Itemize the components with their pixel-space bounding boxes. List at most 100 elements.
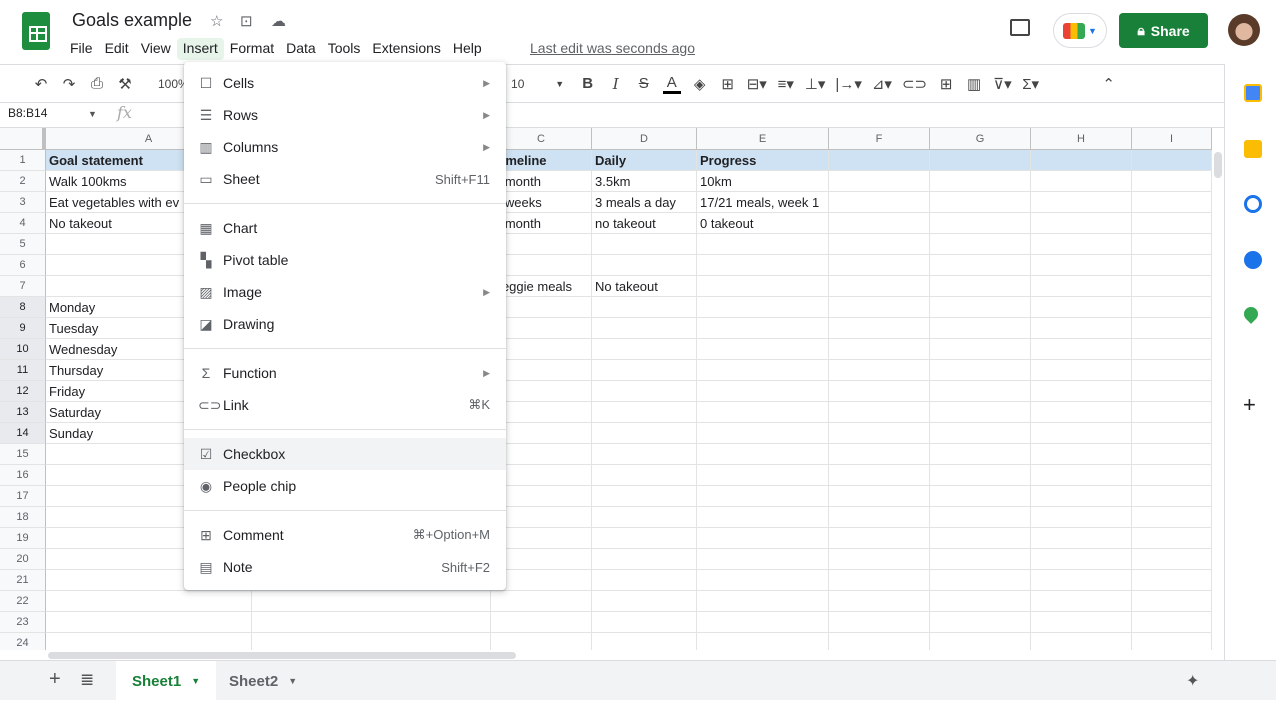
meet-button[interactable]: ▼ xyxy=(1053,13,1107,48)
cell-c6[interactable] xyxy=(491,255,592,276)
cloud-saved-icon[interactable]: ☁ xyxy=(271,12,286,30)
cell-e18[interactable] xyxy=(697,507,829,528)
row-header[interactable]: 5 xyxy=(0,234,46,255)
cell-f16[interactable] xyxy=(829,465,930,486)
cell-f3[interactable] xyxy=(829,192,930,213)
fill-color-icon[interactable]: ◈ xyxy=(691,75,709,93)
cell-e11[interactable] xyxy=(697,360,829,381)
horizontal-align-icon[interactable]: ≡▾ xyxy=(777,75,795,93)
cell-g16[interactable] xyxy=(930,465,1031,486)
cell-f18[interactable] xyxy=(829,507,930,528)
cell-f20[interactable] xyxy=(829,549,930,570)
italic-icon[interactable]: I xyxy=(607,75,625,93)
cell-g14[interactable] xyxy=(930,423,1031,444)
cell-e19[interactable] xyxy=(697,528,829,549)
insert-chart-icon[interactable]: ▥ xyxy=(965,75,983,93)
cell-d16[interactable] xyxy=(592,465,697,486)
cell-c9[interactable] xyxy=(491,318,592,339)
cell-b24[interactable] xyxy=(252,633,491,650)
cell-c5[interactable] xyxy=(491,234,592,255)
cell-e4[interactable]: 0 takeout xyxy=(697,213,829,234)
borders-icon[interactable]: ⊞ xyxy=(719,75,737,93)
menu-view[interactable]: View xyxy=(135,38,177,60)
cell-f23[interactable] xyxy=(829,612,930,633)
column-header-g[interactable]: G xyxy=(930,128,1031,150)
cell-g13[interactable] xyxy=(930,402,1031,423)
cell-g24[interactable] xyxy=(930,633,1031,650)
row-header[interactable]: 23 xyxy=(0,612,46,633)
cell-f6[interactable] xyxy=(829,255,930,276)
cell-c22[interactable] xyxy=(491,591,592,612)
last-edit-link[interactable]: Last edit was seconds ago xyxy=(530,40,695,56)
menu-tools[interactable]: Tools xyxy=(322,38,367,60)
cell-g10[interactable] xyxy=(930,339,1031,360)
bold-icon[interactable]: B xyxy=(579,75,597,92)
all-sheets-icon[interactable]: ≣ xyxy=(80,670,94,690)
cell-d12[interactable] xyxy=(592,381,697,402)
row-header[interactable]: 22 xyxy=(0,591,46,612)
cell-c10[interactable] xyxy=(491,339,592,360)
cell-i2[interactable] xyxy=(1132,171,1212,192)
keep-icon[interactable] xyxy=(1244,140,1262,158)
cell-g12[interactable] xyxy=(930,381,1031,402)
menu-item-note[interactable]: ▤ Note Shift+F2 xyxy=(184,551,506,583)
redo-icon[interactable]: ↷ xyxy=(60,75,78,93)
row-header[interactable]: 4 xyxy=(0,213,46,234)
chevron-down-icon[interactable]: ▼ xyxy=(551,79,569,89)
comment-history-icon[interactable] xyxy=(1010,19,1030,36)
cell-c7[interactable]: Veggie meals xyxy=(491,276,592,297)
row-header[interactable]: 24 xyxy=(0,633,46,650)
document-title[interactable]: Goals example xyxy=(72,10,192,31)
cell-f15[interactable] xyxy=(829,444,930,465)
cell-i18[interactable] xyxy=(1132,507,1212,528)
cell-c17[interactable] xyxy=(491,486,592,507)
cell-c13[interactable] xyxy=(491,402,592,423)
cell-e12[interactable] xyxy=(697,381,829,402)
paint-format-icon[interactable]: ⚒ xyxy=(116,75,134,93)
cell-b22[interactable] xyxy=(252,591,491,612)
cell-d8[interactable] xyxy=(592,297,697,318)
cell-g8[interactable] xyxy=(930,297,1031,318)
cell-g20[interactable] xyxy=(930,549,1031,570)
cell-i1[interactable] xyxy=(1132,150,1212,171)
undo-icon[interactable]: ↶ xyxy=(32,75,50,93)
cell-h13[interactable] xyxy=(1031,402,1132,423)
cell-d15[interactable] xyxy=(592,444,697,465)
menu-extensions[interactable]: Extensions xyxy=(366,38,446,60)
row-header[interactable]: 21 xyxy=(0,570,46,591)
vertical-scrollbar[interactable] xyxy=(1214,152,1222,178)
row-header[interactable]: 9 xyxy=(0,318,46,339)
row-header[interactable]: 3 xyxy=(0,192,46,213)
move-folder-icon[interactable]: ⊡ xyxy=(240,12,253,30)
cell-c3[interactable]: 3 weeks xyxy=(491,192,592,213)
cell-d7[interactable]: No takeout xyxy=(592,276,697,297)
cell-g18[interactable] xyxy=(930,507,1031,528)
menu-item-columns[interactable]: ▥ Columns ▶ xyxy=(184,131,506,163)
cell-f13[interactable] xyxy=(829,402,930,423)
cell-e15[interactable] xyxy=(697,444,829,465)
cell-f19[interactable] xyxy=(829,528,930,549)
cell-g1[interactable] xyxy=(930,150,1031,171)
text-rotation-icon[interactable]: ⊿▾ xyxy=(872,75,892,93)
text-wrapping-icon[interactable]: |→▾ xyxy=(835,75,861,93)
cell-i23[interactable] xyxy=(1132,612,1212,633)
row-header[interactable]: 12 xyxy=(0,381,46,402)
cell-h4[interactable] xyxy=(1031,213,1132,234)
cell-h21[interactable] xyxy=(1031,570,1132,591)
collapse-toolbar-icon[interactable]: ⌃ xyxy=(1100,75,1118,93)
cell-i8[interactable] xyxy=(1132,297,1212,318)
cell-i11[interactable] xyxy=(1132,360,1212,381)
cell-f10[interactable] xyxy=(829,339,930,360)
cell-f8[interactable] xyxy=(829,297,930,318)
sheet-tab-sheet2[interactable]: Sheet2 ▼ xyxy=(213,661,313,701)
cell-e7[interactable] xyxy=(697,276,829,297)
cell-f5[interactable] xyxy=(829,234,930,255)
cell-e23[interactable] xyxy=(697,612,829,633)
cell-i16[interactable] xyxy=(1132,465,1212,486)
cell-h9[interactable] xyxy=(1031,318,1132,339)
cell-i14[interactable] xyxy=(1132,423,1212,444)
cell-i5[interactable] xyxy=(1132,234,1212,255)
cell-d9[interactable] xyxy=(592,318,697,339)
menu-file[interactable]: File xyxy=(64,38,99,60)
cell-h16[interactable] xyxy=(1031,465,1132,486)
